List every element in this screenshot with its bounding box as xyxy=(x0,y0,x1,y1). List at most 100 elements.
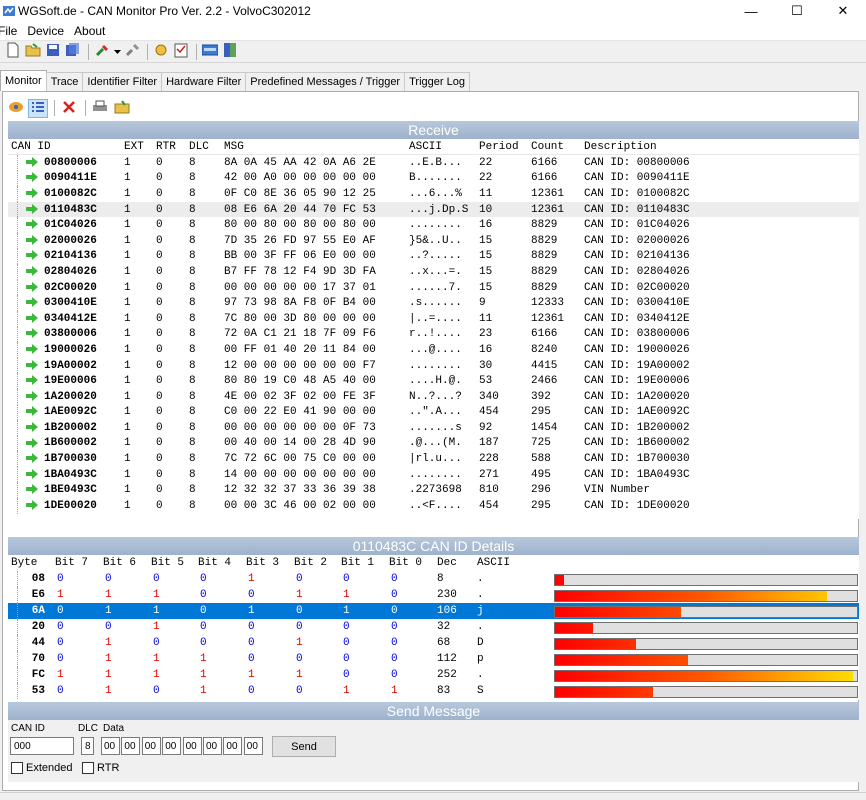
byte-row[interactable]: 44 0 1 0 0 0 1 0 0 68 D xyxy=(8,635,859,651)
receive-row[interactable]: 0300410E 1 0 8 97 73 98 8A F8 0F B4 00 .s....… xyxy=(8,295,859,311)
col-bit5[interactable]: Bit 5 xyxy=(148,557,195,569)
receive-row[interactable]: 1B700030 1 0 8 7C 72 6C 00 75 C0 00 00 |rl.u.… xyxy=(8,451,859,467)
receive-row[interactable]: 0090411E 1 0 8 42 00 A0 00 00 00 00 00 B.....… xyxy=(8,170,859,187)
col-byte[interactable]: Byte xyxy=(8,557,52,569)
col-bit3[interactable]: Bit 3 xyxy=(243,557,291,569)
col-bit0[interactable]: Bit 0 xyxy=(386,557,434,569)
receive-row[interactable]: 1B600002 1 0 8 00 40 00 14 00 28 4D 90 .@...(… xyxy=(8,435,859,452)
details-grid[interactable]: Byte Bit 7 Bit 6 Bit 5 Bit 4 Bit 3 Bit 2… xyxy=(8,555,859,700)
data-byte-input[interactable]: 00 xyxy=(162,737,182,755)
connect-dropdown-button[interactable] xyxy=(113,43,121,61)
receive-grid[interactable]: CAN ID EXT RTR DLC MSG ASCII Period Coun… xyxy=(8,139,859,519)
col-rtr[interactable]: RTR xyxy=(153,141,186,153)
col-count[interactable]: Count xyxy=(528,141,581,153)
byte-row[interactable]: 70 0 1 1 1 0 0 0 0 112 p xyxy=(8,651,859,667)
data-byte-input[interactable]: 00 xyxy=(182,737,202,755)
export-button[interactable] xyxy=(112,99,132,118)
book-button[interactable] xyxy=(221,43,239,61)
checklist-button[interactable] xyxy=(172,43,190,61)
data-byte-input[interactable]: 00 xyxy=(223,737,243,755)
receive-row[interactable]: 19E00006 1 0 8 80 80 19 C0 48 A5 40 00 ....H.… xyxy=(8,373,859,389)
new-file-button[interactable] xyxy=(4,42,22,61)
menu-device[interactable]: Device xyxy=(22,24,69,38)
col-description[interactable]: Description xyxy=(581,141,781,153)
tab-trigger-log[interactable]: Trigger Log xyxy=(404,72,470,91)
connect-button[interactable] xyxy=(93,43,111,61)
value-bar xyxy=(554,605,858,618)
col-ascii[interactable]: ASCII xyxy=(406,141,476,153)
receive-row[interactable]: 02104136 1 0 8 BB 00 3F FF 06 E0 00 00..?...… xyxy=(8,248,859,265)
menu-file[interactable]: File xyxy=(0,24,22,38)
byte-row[interactable]: 08 0 0 0 0 1 0 0 0 8. xyxy=(8,571,859,587)
byte-row[interactable]: 53 0 1 0 1 0 0 1 1 83 S xyxy=(8,683,859,699)
bit-cell: 1 xyxy=(105,653,112,665)
receive-row[interactable]: 1A200020 1 0 8 4E 00 02 3F 02 00 FE 3F N..?..… xyxy=(8,388,859,405)
connect-monitor-button[interactable] xyxy=(6,99,26,118)
receive-row[interactable]: 1DE00020 1 0 8 00 00 3C 46 00 02 00 00 ..<F..… xyxy=(8,498,859,514)
can-id-input[interactable]: 000 xyxy=(10,737,74,755)
byte-row[interactable]: 6A 0 1 1 0 1 0 1 0 106 j xyxy=(8,603,859,619)
receive-row[interactable]: 0340412E 1 0 8 7C 80 00 3D 80 00 00 00 |..=..… xyxy=(8,310,859,327)
receive-row[interactable]: 02000026 1 0 8 7D 35 26 FD 97 55 E0 AF}5&..U… xyxy=(8,232,859,249)
rtr-checkbox[interactable] xyxy=(82,762,94,774)
receive-row[interactable]: 0100082C 1 0 8 0F C0 8E 36 05 90 12 25 ...6..… xyxy=(8,186,859,202)
receive-row[interactable]: 1B200002 1 0 8 00 00 00 00 00 00 0F 73......… xyxy=(8,420,859,436)
settings-button[interactable] xyxy=(152,43,170,61)
tab-trace[interactable]: Trace xyxy=(45,72,84,91)
disconnect-button[interactable] xyxy=(123,43,141,61)
dlc-input[interactable]: 8 xyxy=(81,737,94,755)
col-bit2[interactable]: Bit 2 xyxy=(291,557,338,569)
receive-row[interactable]: 19A00002 1 0 8 12 00 00 00 00 00 00 F7......… xyxy=(8,357,859,374)
send-button[interactable]: Send xyxy=(272,736,336,757)
minimize-button[interactable]: — xyxy=(728,0,774,22)
data-byte-input[interactable]: 00 xyxy=(243,737,263,755)
col-bit7[interactable]: Bit 7 xyxy=(52,557,100,569)
byte-row[interactable]: E6 1 1 1 0 0 1 1 0 230. xyxy=(8,587,859,603)
receive-row[interactable]: 02C00020 1 0 8 00 00 00 00 00 17 37 01......… xyxy=(8,279,859,296)
receive-row[interactable]: 1AE0092C 1 0 8 C0 00 22 E0 41 90 00 00 ..".A.… xyxy=(8,404,859,421)
extended-checkbox[interactable] xyxy=(11,762,23,774)
col-bit4[interactable]: Bit 4 xyxy=(195,557,243,569)
col-period[interactable]: Period xyxy=(476,141,528,153)
byte-row[interactable]: FC 1 1 1 1 1 1 0 0 252. xyxy=(8,667,859,683)
tab-hardware-filter[interactable]: Hardware Filter xyxy=(161,72,247,91)
save-button[interactable] xyxy=(44,43,62,61)
col-bit6[interactable]: Bit 6 xyxy=(100,557,148,569)
col-ext[interactable]: EXT xyxy=(121,141,153,153)
open-file-button[interactable] xyxy=(24,43,42,61)
list-view-button[interactable] xyxy=(28,98,48,118)
receive-row[interactable]: 03800006 1 0 8 72 0A C1 21 18 7F 09 F6 r..!..… xyxy=(8,326,859,343)
byte-row[interactable]: 20 0 0 1 0 0 0 0 0 32. xyxy=(8,619,859,635)
can-id-cell: 02C00020 xyxy=(8,282,121,294)
receive-row[interactable]: 1BA0493C 1 0 8 14 00 00 00 00 00 00 00......… xyxy=(8,466,859,483)
receive-row[interactable]: 02804026 1 0 8 B7 FF 78 12 F4 9D 3D FA ..x...… xyxy=(8,264,859,280)
col-dec[interactable]: Dec xyxy=(434,557,474,569)
save-all-button[interactable] xyxy=(64,43,82,61)
menu-bar: File Device About xyxy=(0,22,866,41)
tab-predefined-messages[interactable]: Predefined Messages / Trigger xyxy=(245,72,406,91)
device-button[interactable] xyxy=(201,43,219,61)
close-button[interactable]: ✕ xyxy=(820,0,866,22)
clear-button[interactable] xyxy=(59,99,79,118)
col-msg[interactable]: MSG xyxy=(221,141,406,153)
data-byte-input[interactable]: 00 xyxy=(101,737,120,755)
col-ascii[interactable]: ASCII xyxy=(474,557,554,569)
receive-row[interactable]: 1BE0493C 1 0 8 12 32 32 37 33 36 39 38 .22736… xyxy=(8,482,859,499)
maximize-button[interactable]: ☐ xyxy=(774,0,820,22)
col-bit1[interactable]: Bit 1 xyxy=(338,557,386,569)
data-byte-input[interactable]: 00 xyxy=(121,737,141,755)
menu-about[interactable]: About xyxy=(69,24,110,38)
tab-identifier-filter[interactable]: Identifier Filter xyxy=(82,72,163,91)
byte-cell: 20 xyxy=(31,621,45,633)
receive-row[interactable]: 01C04026 1 0 8 80 00 80 00 80 00 80 00......… xyxy=(8,217,859,233)
dlc-cell: 8 xyxy=(189,297,196,310)
receive-row[interactable]: 00800006 1 0 8 8A 0A 45 AA 42 0A A6 2E ..E.B.… xyxy=(8,155,859,171)
receive-row[interactable]: 0110483C 1 0 8 08 E6 6A 20 44 70 FC 53 ...j.D… xyxy=(8,201,859,218)
col-dlc[interactable]: DLC xyxy=(186,141,221,153)
print-button[interactable] xyxy=(90,99,110,118)
data-byte-input[interactable]: 00 xyxy=(141,737,161,755)
receive-row[interactable]: 19000026 1 0 8 00 FF 01 40 20 11 84 00 ...@..… xyxy=(8,342,859,358)
data-byte-input[interactable]: 00 xyxy=(203,737,222,755)
col-can-id[interactable]: CAN ID xyxy=(8,141,121,153)
tab-monitor[interactable]: Monitor xyxy=(0,70,47,91)
